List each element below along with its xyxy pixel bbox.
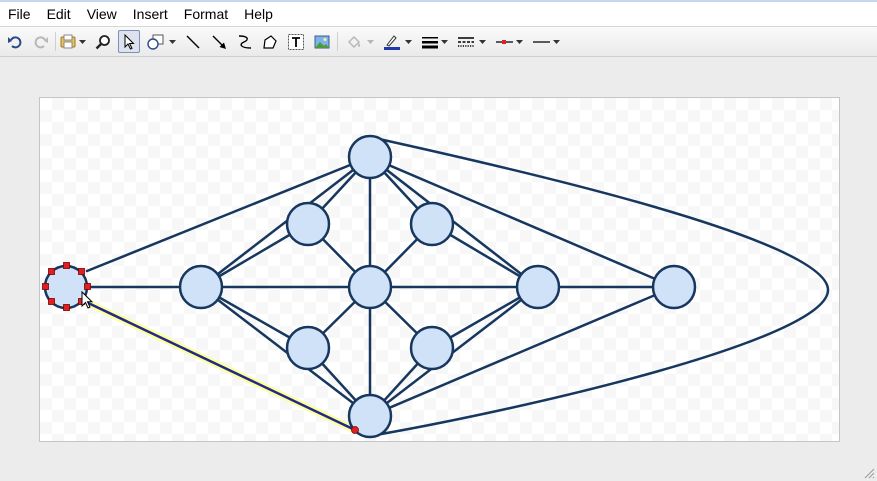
chevron-down-icon — [478, 39, 486, 44]
elbow-connector-icon — [238, 34, 252, 49]
resize-handle[interactable] — [48, 298, 55, 305]
resize-grip-icon[interactable] — [863, 467, 875, 479]
chevron-down-icon — [440, 39, 448, 44]
elbow-connector-button[interactable] — [234, 30, 256, 53]
line-dash-button[interactable] — [455, 30, 477, 53]
shape-dropdown[interactable] — [167, 30, 177, 53]
shape-icon — [147, 34, 164, 50]
undo-icon — [8, 35, 22, 48]
arrow-icon — [212, 35, 226, 49]
graph-node[interactable] — [285, 325, 331, 371]
chevron-down-icon — [515, 39, 523, 44]
line-weight-dropdown[interactable] — [439, 30, 449, 53]
chevron-down-icon — [366, 39, 374, 44]
line-dash-dropdown[interactable] — [477, 30, 487, 53]
fill-color-icon — [348, 35, 360, 48]
resize-handle[interactable] — [78, 268, 85, 275]
select-button[interactable] — [118, 30, 140, 53]
fill-color-dropdown[interactable] — [365, 30, 375, 53]
line-endpoint-handle[interactable] — [351, 426, 359, 434]
zoom-button[interactable] — [92, 30, 114, 53]
menu-edit[interactable]: Edit — [39, 2, 79, 26]
line-color-icon — [384, 34, 400, 50]
arrowhead-end-icon — [533, 40, 550, 43]
resize-handle[interactable] — [63, 304, 70, 311]
zoom-icon — [95, 34, 110, 49]
line-dash-icon — [458, 36, 474, 47]
chevron-down-icon — [404, 39, 412, 44]
graph-node[interactable] — [409, 201, 455, 247]
drawing-canvas[interactable] — [39, 97, 840, 442]
text-button[interactable] — [285, 30, 307, 53]
toolbar-separator — [55, 32, 56, 51]
line-weight-icon — [422, 36, 438, 48]
redo-icon — [34, 35, 48, 48]
menu-bar: File Edit View Insert Format Help — [0, 0, 877, 27]
image-icon — [314, 35, 330, 48]
resize-handle[interactable] — [48, 268, 55, 275]
shape-button[interactable] — [145, 30, 167, 53]
menu-file[interactable]: File — [0, 2, 39, 26]
resize-handle[interactable] — [84, 283, 91, 290]
chevron-down-icon — [168, 39, 176, 44]
line-weight-button[interactable] — [419, 30, 441, 53]
graph-edge[interactable] — [368, 285, 540, 418]
line-color-dropdown[interactable] — [403, 30, 413, 53]
graph-node[interactable] — [347, 134, 393, 180]
arrange-icon — [60, 34, 76, 48]
chevron-down-icon — [78, 39, 86, 44]
arrowhead-end-button[interactable] — [531, 30, 553, 53]
menu-help[interactable]: Help — [236, 2, 281, 26]
graph-edge[interactable] — [199, 155, 372, 289]
menu-format[interactable]: Format — [176, 2, 236, 26]
chevron-down-icon — [552, 39, 560, 44]
toolbar — [0, 27, 877, 57]
undo-button[interactable] — [4, 30, 26, 53]
line-button[interactable] — [182, 30, 204, 53]
fill-color-button[interactable] — [343, 30, 365, 53]
arrange-dropdown[interactable] — [77, 30, 87, 53]
graph-node[interactable] — [178, 264, 224, 310]
line-color-button[interactable] — [381, 30, 403, 53]
line-icon — [186, 35, 200, 48]
arrowhead-end-dropdown[interactable] — [551, 30, 561, 53]
image-button[interactable] — [311, 30, 333, 53]
resize-handle[interactable] — [63, 262, 70, 269]
graph-node[interactable] — [285, 201, 331, 247]
graph-node[interactable] — [651, 264, 697, 310]
polygon-button[interactable] — [259, 30, 281, 53]
arrowhead-start-icon — [496, 39, 513, 44]
arrange-button[interactable] — [57, 30, 79, 53]
toolbar-separator — [337, 32, 338, 51]
graph-node[interactable] — [347, 264, 393, 310]
arrow-button[interactable] — [208, 30, 230, 53]
redo-button[interactable] — [30, 30, 52, 53]
menu-insert[interactable]: Insert — [125, 2, 176, 26]
text-icon — [288, 33, 304, 50]
menu-view[interactable]: View — [79, 2, 125, 26]
select-icon — [124, 33, 135, 50]
arrowhead-start-button[interactable] — [493, 30, 515, 53]
graph-drawing[interactable] — [40, 98, 839, 441]
graph-node[interactable] — [515, 264, 561, 310]
arrowhead-start-dropdown[interactable] — [514, 30, 524, 53]
resize-handle[interactable] — [42, 283, 49, 290]
polygon-icon — [263, 34, 277, 49]
graph-node[interactable] — [409, 325, 455, 371]
